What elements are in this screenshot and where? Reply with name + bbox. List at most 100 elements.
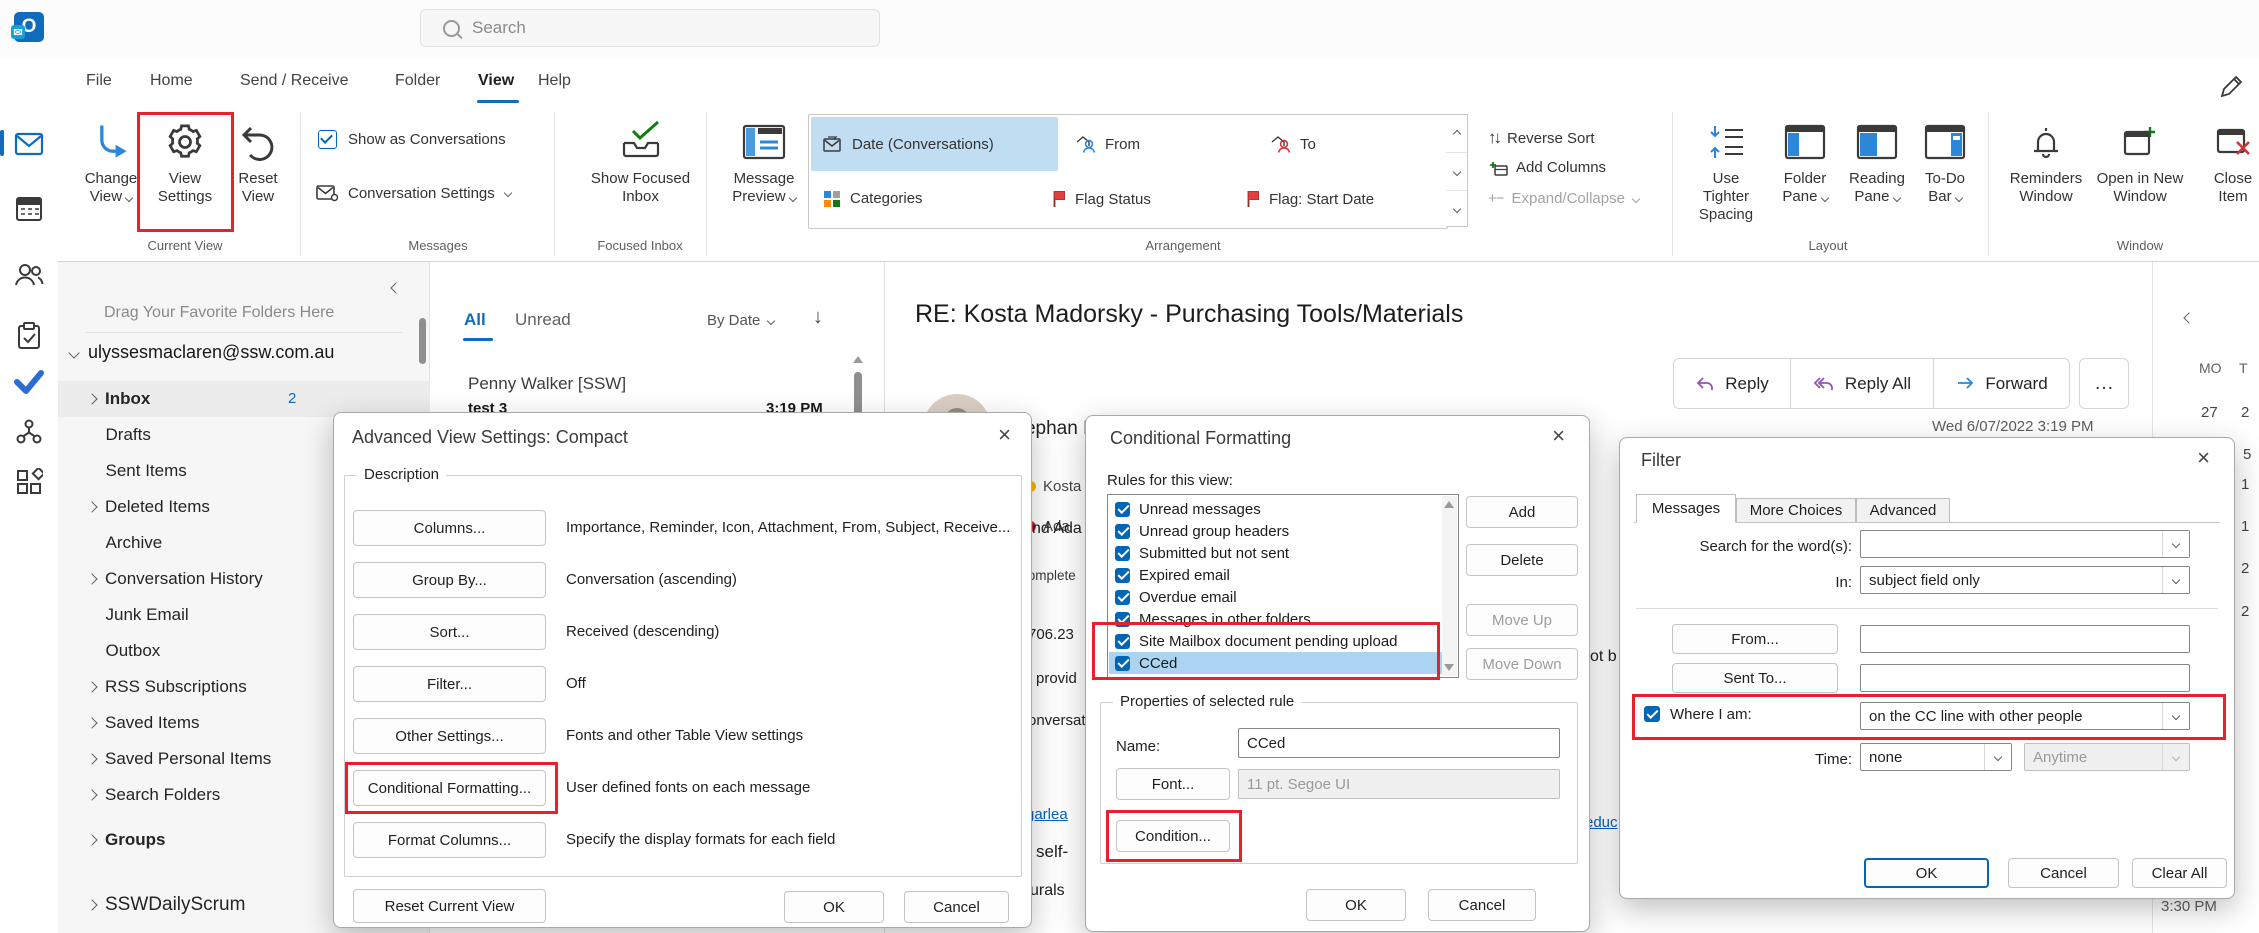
font-button[interactable]: Font...: [1116, 768, 1230, 800]
message-sender[interactable]: Penny Walker [SSW]: [468, 374, 626, 394]
cancel-button[interactable]: Cancel: [1428, 889, 1536, 921]
ok-button[interactable]: OK: [784, 891, 884, 923]
clear-all-button[interactable]: Clear All: [2132, 858, 2227, 888]
open-in-new-window-button[interactable]: Open in NewWindow: [2094, 114, 2186, 206]
arrangement-date-conversations[interactable]: Date (Conversations): [811, 117, 1058, 171]
sort-button[interactable]: Sort...: [353, 614, 546, 650]
reset-view-button[interactable]: ResetView: [223, 114, 293, 206]
calendar-date[interactable]: 2: [2241, 404, 2249, 421]
tab-messages[interactable]: Messages: [1636, 494, 1736, 523]
expand-icon[interactable]: [86, 753, 97, 764]
rule-unread-group-headers[interactable]: Unread group headers: [1109, 520, 1442, 542]
checkbox-checked-icon[interactable]: [1115, 524, 1130, 539]
group-by-button[interactable]: Group By...: [353, 562, 546, 598]
message-preview-button[interactable]: MessagePreview: [726, 114, 802, 206]
collapse-pane-icon[interactable]: [390, 282, 401, 293]
more-actions-button[interactable]: …: [2079, 358, 2129, 409]
tab-all[interactable]: All: [464, 310, 486, 330]
arrangement-flag-start-date[interactable]: Flag: Start Date: [1247, 190, 1374, 208]
expand-icon[interactable]: [86, 501, 97, 512]
delete-button[interactable]: Delete: [1466, 544, 1578, 576]
add-button[interactable]: Add: [1466, 496, 1578, 528]
move-down-button[interactable]: Move Down: [1466, 648, 1578, 680]
filter-button[interactable]: Filter...: [353, 666, 546, 702]
from-input[interactable]: [1860, 625, 2190, 653]
reply-all-button[interactable]: Reply All: [1791, 359, 1934, 408]
cancel-button[interactable]: Cancel: [904, 891, 1009, 923]
conversation-settings-button[interactable]: Conversation Settings: [316, 184, 511, 202]
close-icon[interactable]: ×: [1552, 426, 1565, 446]
ok-button[interactable]: OK: [1306, 889, 1406, 921]
menu-tab-view[interactable]: View: [478, 72, 514, 90]
arrangement-categories[interactable]: Categories: [823, 190, 923, 207]
tab-advanced[interactable]: Advanced: [1856, 498, 1950, 523]
scrollbar-up-icon[interactable]: [853, 356, 863, 363]
pencil-icon[interactable]: [2218, 74, 2244, 105]
sent-to-input[interactable]: [1860, 664, 2190, 692]
reading-pane-button[interactable]: ReadingPane: [1843, 114, 1911, 206]
calendar-date[interactable]: 2: [2241, 603, 2249, 620]
checkbox-checked-icon[interactable]: [1115, 502, 1130, 517]
dropdown-icon[interactable]: [1984, 744, 2011, 770]
menu-tab-file[interactable]: File: [86, 72, 112, 90]
calendar-date[interactable]: 1: [2241, 476, 2249, 493]
rule-messages-in-other-folders[interactable]: Messages in other folders: [1109, 608, 1442, 630]
message-scrollbar[interactable]: [854, 372, 862, 416]
dropdown-icon[interactable]: [2162, 531, 2189, 557]
arrangement-from[interactable]: From: [1064, 117, 1254, 171]
rule-name-input[interactable]: CCed: [1238, 728, 1560, 758]
tab-more-choices[interactable]: More Choices: [1736, 498, 1856, 523]
search-input[interactable]: Search: [420, 9, 880, 47]
folder-pane-button[interactable]: FolderPane: [1773, 114, 1837, 206]
other-settings-button[interactable]: Other Settings...: [353, 718, 546, 754]
expand-icon[interactable]: [86, 717, 97, 728]
calendar-date[interactable]: 2: [2241, 560, 2249, 577]
use-tighter-spacing-button[interactable]: Use TighterSpacing: [1688, 114, 1764, 224]
calendar-date[interactable]: 27: [2201, 404, 2218, 421]
tab-unread[interactable]: Unread: [515, 310, 571, 330]
gallery-scroll-up[interactable]: [1446, 115, 1467, 153]
account-row[interactable]: ulyssesmaclaren@ssw.com.au: [70, 342, 334, 363]
dropdown-icon[interactable]: [2162, 703, 2189, 729]
move-up-button[interactable]: Move Up: [1466, 604, 1578, 636]
checkbox-checked-icon[interactable]: [1115, 590, 1130, 605]
expand-icon[interactable]: [86, 573, 97, 584]
scroll-up-icon[interactable]: [1444, 501, 1454, 508]
menu-tab-folder[interactable]: Folder: [395, 72, 440, 90]
menu-tab-send-receive[interactable]: Send / Receive: [240, 72, 349, 90]
dropdown-icon[interactable]: [2162, 567, 2189, 593]
reverse-sort-button[interactable]: ↑↓ Reverse Sort: [1488, 128, 1595, 148]
change-view-button[interactable]: ChangeView: [75, 114, 147, 206]
checkbox-checked-icon[interactable]: [1115, 612, 1130, 627]
todo-icon[interactable]: [13, 366, 45, 398]
menu-tab-home[interactable]: Home: [150, 72, 193, 90]
columns-button[interactable]: Columns...: [353, 510, 546, 546]
calendar-icon[interactable]: [13, 192, 45, 224]
close-icon[interactable]: ×: [2197, 448, 2210, 468]
checkbox-checked-icon[interactable]: [1115, 568, 1130, 583]
search-words-combobox[interactable]: [1860, 530, 2190, 558]
show-as-conversations-checkbox[interactable]: Show as Conversations: [318, 130, 506, 149]
forward-button[interactable]: Forward: [1934, 359, 2069, 408]
rule-expired-email[interactable]: Expired email: [1109, 564, 1442, 586]
expand-icon[interactable]: [86, 681, 97, 692]
menu-tab-help[interactable]: Help: [538, 72, 571, 90]
where-i-am-combobox[interactable]: on the CC line with other people: [1860, 702, 2190, 730]
expand-icon[interactable]: [86, 789, 97, 800]
sent-to-button[interactable]: Sent To...: [1672, 663, 1838, 693]
show-focused-inbox-button[interactable]: Show FocusedInbox: [588, 114, 693, 206]
view-settings-button[interactable]: ViewSettings: [150, 114, 220, 206]
expand-rail-icon[interactable]: [2183, 312, 2194, 323]
todo-bar-button[interactable]: To-DoBar: [1916, 114, 1974, 206]
checkbox-checked-icon[interactable]: [1115, 656, 1130, 671]
expand-icon[interactable]: [86, 393, 97, 404]
condition-button[interactable]: Condition...: [1116, 820, 1230, 852]
gallery-scroll-down[interactable]: [1446, 153, 1467, 191]
calendar-date[interactable]: 5: [2243, 446, 2251, 463]
where-i-am-checkbox[interactable]: [1644, 706, 1660, 722]
apps-icon[interactable]: [13, 466, 45, 498]
rule-unread-messages[interactable]: Unread messages: [1109, 498, 1442, 520]
rule-submitted-but-not-sent[interactable]: Submitted but not sent: [1109, 542, 1442, 564]
org-chart-icon[interactable]: [13, 416, 45, 448]
sort-by-dropdown[interactable]: By Date: [707, 312, 774, 329]
